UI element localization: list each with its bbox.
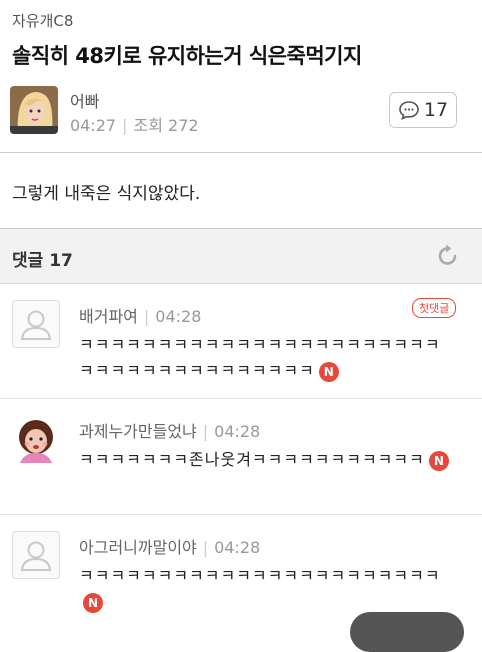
comment-author-line: 과제누가만들었냐 | 04:28 bbox=[79, 418, 260, 442]
comment-text-block: ㅋㅋㅋㅋㅋㅋㅋㅋㅋㅋㅋㅋㅋㅋㅋㅋㅋㅋㅋㅋㅋㅋㅋㅋㅋㅋㅋㅋㅋㅋㅋㅋㅋㅋㅋㅋㅋㅋ N bbox=[79, 332, 449, 384]
divider bbox=[0, 152, 482, 153]
board-name[interactable]: 자유개C8 bbox=[12, 10, 73, 31]
comment-time: 04:28 bbox=[214, 422, 261, 441]
comment-count: 17 bbox=[423, 99, 449, 121]
comment-count-button[interactable]: 17 bbox=[389, 92, 457, 128]
comment-text: ㅋㅋㅋㅋㅋㅋㅋㅋㅋㅋㅋㅋㅋㅋㅋㅋㅋㅋㅋㅋㅋㅋㅋㅋㅋㅋㅋㅋㅋㅋㅋㅋㅋㅋㅋㅋㅋㅋ bbox=[79, 335, 441, 380]
post-title: 솔직히 48키로 유지하는거 식은죽먹기지 bbox=[12, 44, 362, 68]
comments-label: 댓글 17 bbox=[12, 246, 73, 271]
comment-avatar[interactable] bbox=[12, 415, 60, 463]
first-comment-badge: 첫댓글 bbox=[412, 298, 457, 318]
author-avatar-image bbox=[10, 86, 58, 134]
comment-time: 04:28 bbox=[214, 538, 261, 557]
comments-title: 댓글 bbox=[12, 251, 44, 271]
comment-item: 과제누가만들었냐 | 04:28 ㅋㅋㅋㅋㅋㅋㅋ존나웃겨ㅋㅋㅋㅋㅋㅋㅋㅋㅋㅋㅋ N bbox=[0, 399, 482, 515]
speech-bubble-icon bbox=[399, 101, 419, 120]
floating-action-button[interactable] bbox=[350, 612, 464, 652]
comment-item: 아그러니까말이야 | 04:28 ㅋㅋㅋㅋㅋㅋㅋㅋㅋㅋㅋㅋㅋㅋㅋㅋㅋㅋㅋㅋㅋㅋㅋ N bbox=[0, 515, 482, 626]
default-user-icon bbox=[20, 310, 52, 340]
cartoon-avatar-image bbox=[19, 420, 53, 463]
post-views: 조회 272 bbox=[133, 116, 199, 135]
new-badge: N bbox=[318, 361, 339, 382]
comment-text: ㅋㅋㅋㅋㅋㅋㅋ존나웃겨ㅋㅋㅋㅋㅋㅋㅋㅋㅋㅋㅋ bbox=[79, 450, 425, 469]
new-badge: N bbox=[428, 450, 449, 471]
comment-text-block: ㅋㅋㅋㅋㅋㅋㅋㅋㅋㅋㅋㅋㅋㅋㅋㅋㅋㅋㅋㅋㅋㅋㅋ N bbox=[79, 563, 449, 615]
comments-header: 댓글 17 bbox=[0, 228, 482, 284]
comment-author[interactable]: 배거파여 bbox=[79, 307, 138, 326]
comment-time: 04:28 bbox=[155, 307, 202, 326]
post-body: 그렇게 내죽은 식지않았다. bbox=[12, 184, 201, 204]
post-time: 04:27 bbox=[70, 116, 117, 135]
comment-author-line: 아그러니까말이야 | 04:28 bbox=[79, 534, 260, 558]
comment-text-block: ㅋㅋㅋㅋㅋㅋㅋ존나웃겨ㅋㅋㅋㅋㅋㅋㅋㅋㅋㅋㅋ N bbox=[79, 447, 449, 473]
refresh-button[interactable] bbox=[434, 242, 462, 270]
comment-author[interactable]: 아그러니까말이야 bbox=[79, 538, 197, 557]
author-avatar[interactable] bbox=[10, 86, 58, 134]
meta-separator: | bbox=[143, 307, 150, 326]
default-user-icon bbox=[20, 541, 52, 571]
comment-author[interactable]: 과제누가만들었냐 bbox=[79, 422, 197, 441]
new-badge: N bbox=[83, 592, 103, 613]
comment-avatar[interactable] bbox=[12, 531, 60, 579]
refresh-icon bbox=[438, 244, 457, 265]
meta-separator: | bbox=[122, 116, 128, 135]
comments-total: 17 bbox=[49, 251, 73, 271]
author-name[interactable]: 어빠 bbox=[70, 88, 99, 112]
meta-separator: | bbox=[202, 538, 209, 557]
comment-avatar[interactable] bbox=[12, 300, 60, 348]
meta-separator: | bbox=[202, 422, 209, 441]
comment-text: ㅋㅋㅋㅋㅋㅋㅋㅋㅋㅋㅋㅋㅋㅋㅋㅋㅋㅋㅋㅋㅋㅋㅋ bbox=[79, 566, 441, 585]
post-meta: 04:27 | 조회 272 bbox=[70, 112, 199, 136]
comment-author-line: 배거파여 | 04:28 bbox=[79, 303, 201, 327]
comment-item: 배거파여 | 04:28 첫댓글 ㅋㅋㅋㅋㅋㅋㅋㅋㅋㅋㅋㅋㅋㅋㅋㅋㅋㅋㅋㅋㅋㅋㅋㅋㅋ… bbox=[0, 284, 482, 399]
